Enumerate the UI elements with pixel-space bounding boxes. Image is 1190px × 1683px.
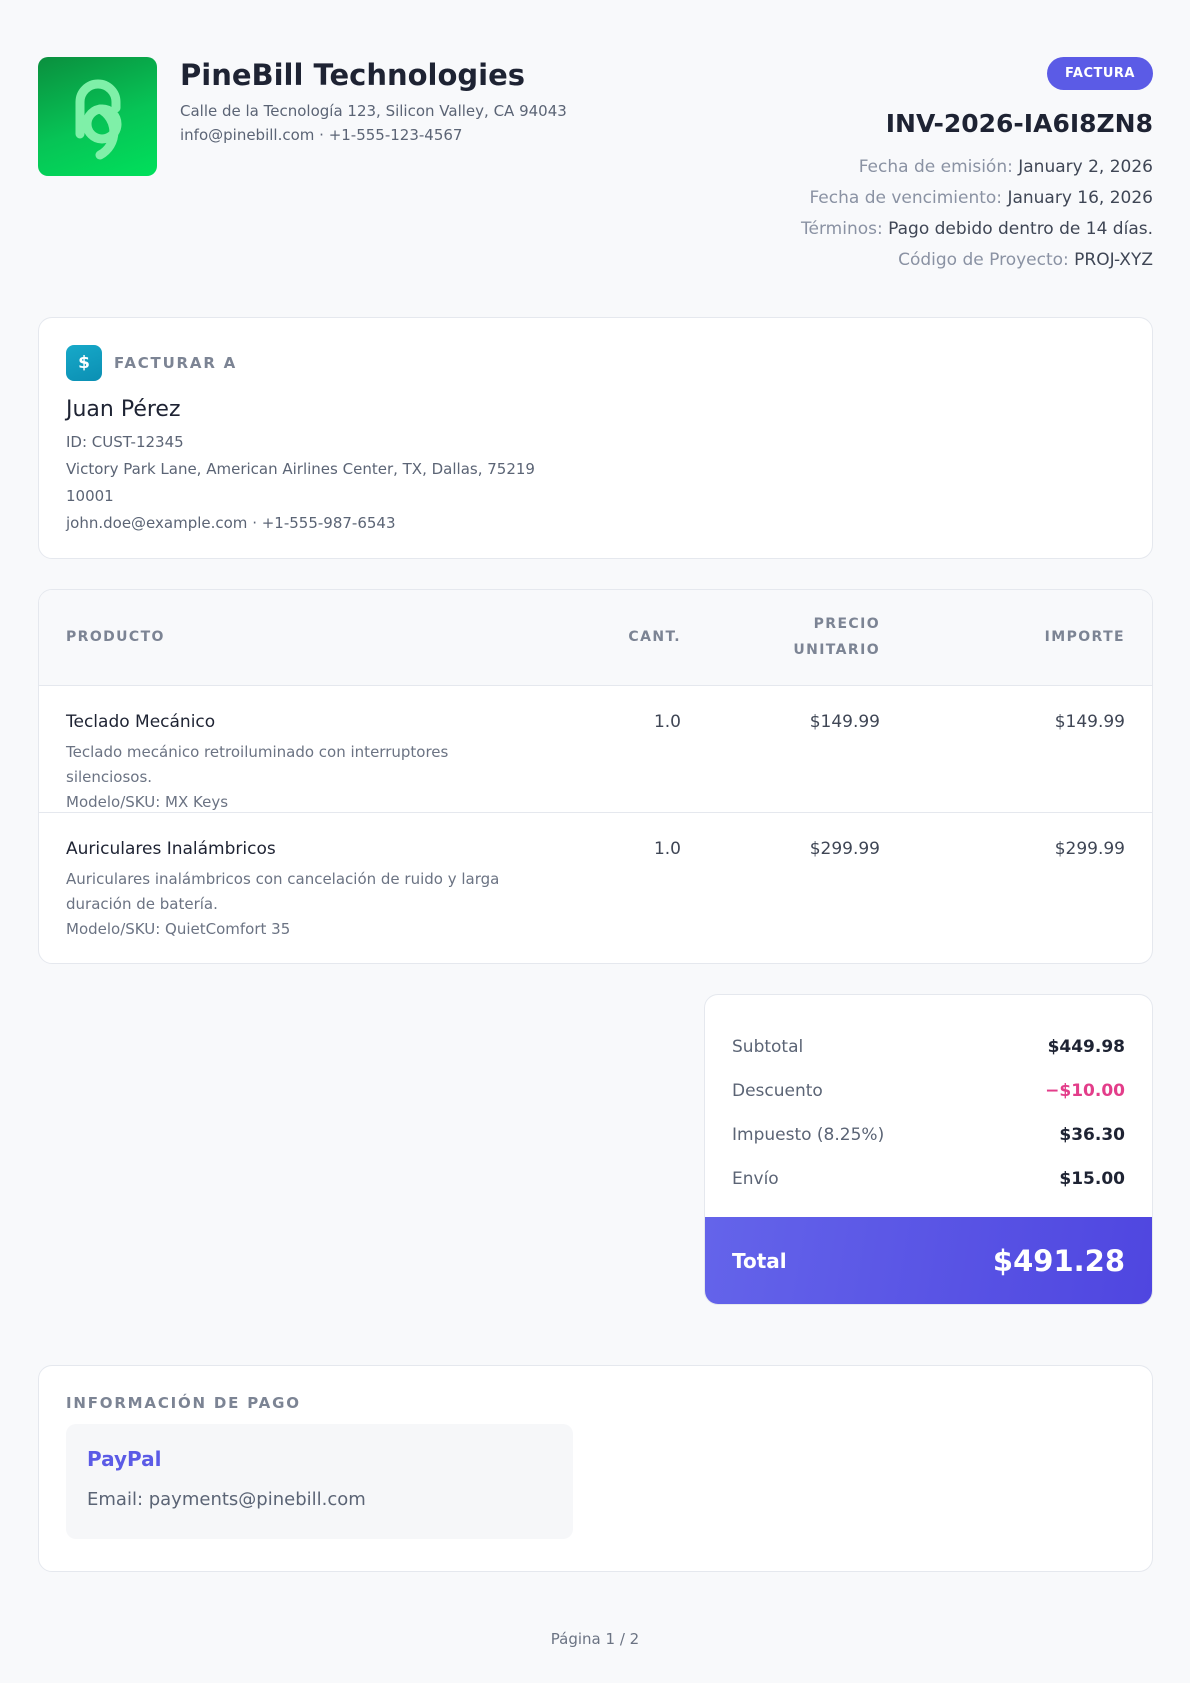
items-table: PRODUCTO CANT. PRECIO UNITARIO IMPORTE T… bbox=[38, 589, 1153, 964]
invoice-number: INV-2026-IA6I8ZN8 bbox=[885, 109, 1153, 138]
total-label: Total bbox=[732, 1248, 787, 1273]
item-name: Auriculares Inalámbricos bbox=[66, 839, 276, 859]
header-qty: CANT. bbox=[628, 629, 681, 645]
client-postal: 10001 bbox=[66, 487, 114, 505]
invoice-meta: FACTURA INV-2026-IA6I8ZN8 Fecha de emisi… bbox=[801, 57, 1153, 276]
client-address: Victory Park Lane, American Airlines Cen… bbox=[66, 460, 535, 478]
payment-method-box: PayPal Email: payments@pinebill.com bbox=[66, 1424, 573, 1539]
pinebill-logo-icon bbox=[38, 57, 157, 176]
page-number: Página 1 / 2 bbox=[550, 1630, 640, 1648]
discount-row: Descuento −$10.00 bbox=[732, 1081, 1125, 1101]
invoice-header: PineBill Technologies Calle de la Tecnol… bbox=[38, 57, 1153, 285]
item-description: Teclado mecánico retroiluminado con inte… bbox=[66, 743, 449, 811]
bill-to-card: $ FACTURAR A Juan Pérez ID: CUST-12345 V… bbox=[38, 317, 1153, 559]
dollar-icon: $ bbox=[66, 345, 102, 381]
payment-title: INFORMACIÓN DE PAGO bbox=[66, 1394, 301, 1412]
invoice-page: PineBill Technologies Calle de la Tecnol… bbox=[38, 57, 1153, 1572]
payment-detail: Email: payments@pinebill.com bbox=[87, 1489, 366, 1510]
tax-row: Impuesto (8.25%) $36.30 bbox=[732, 1125, 1125, 1145]
totals-card: Subtotal $449.98 Descuento −$10.00 Impue… bbox=[704, 994, 1153, 1305]
shipping-row: Envío $15.00 bbox=[732, 1169, 1125, 1189]
item-qty: 1.0 bbox=[653, 712, 681, 732]
company-address: Calle de la Tecnología 123, Silicon Vall… bbox=[180, 102, 567, 120]
total-value: $491.28 bbox=[992, 1243, 1125, 1278]
item-amount: $299.99 bbox=[1054, 839, 1125, 859]
item-qty: 1.0 bbox=[653, 839, 681, 859]
item-unit-price: $149.99 bbox=[809, 712, 880, 732]
header-product: PRODUCTO bbox=[66, 629, 165, 645]
item-amount: $149.99 bbox=[1054, 712, 1125, 732]
company-info: PineBill Technologies Calle de la Tecnol… bbox=[180, 57, 567, 147]
table-header: PRODUCTO CANT. PRECIO UNITARIO IMPORTE bbox=[39, 590, 1152, 686]
subtotal-row: Subtotal $449.98 bbox=[732, 1037, 1125, 1057]
invoice-badge: FACTURA bbox=[1047, 57, 1153, 90]
issue-date: Fecha de emisión: January 2, 2026 bbox=[858, 157, 1153, 177]
client-id: ID: CUST-12345 bbox=[66, 433, 184, 451]
table-row: Auriculares Inalámbricos Auriculares ina… bbox=[39, 813, 1152, 963]
company-contact: info@pinebill.com · +1-555-123-4567 bbox=[180, 126, 463, 144]
grand-total: Total $491.28 bbox=[705, 1217, 1152, 1304]
bill-to-title: FACTURAR A bbox=[114, 354, 238, 372]
payment-method: PayPal bbox=[87, 1447, 162, 1471]
item-description: Auriculares inalámbricos con cancelación… bbox=[66, 870, 500, 938]
table-row: Teclado Mecánico Teclado mecánico retroi… bbox=[39, 686, 1152, 813]
project-code: Código de Proyecto: PROJ-XYZ bbox=[898, 250, 1153, 270]
payment-card: INFORMACIÓN DE PAGO PayPal Email: paymen… bbox=[38, 1365, 1153, 1572]
client-contact: john.doe@example.com · +1-555-987-6543 bbox=[66, 514, 396, 532]
company-name: PineBill Technologies bbox=[180, 58, 526, 92]
item-name: Teclado Mecánico bbox=[66, 712, 216, 732]
client-name: Juan Pérez bbox=[66, 397, 181, 422]
due-date: Fecha de vencimiento: January 16, 2026 bbox=[809, 188, 1153, 208]
header-unit-price: PRECIO UNITARIO bbox=[793, 616, 880, 658]
payment-terms: Términos: Pago debido dentro de 14 días. bbox=[801, 219, 1153, 239]
header-amount: IMPORTE bbox=[1044, 629, 1125, 645]
item-unit-price: $299.99 bbox=[809, 839, 880, 859]
